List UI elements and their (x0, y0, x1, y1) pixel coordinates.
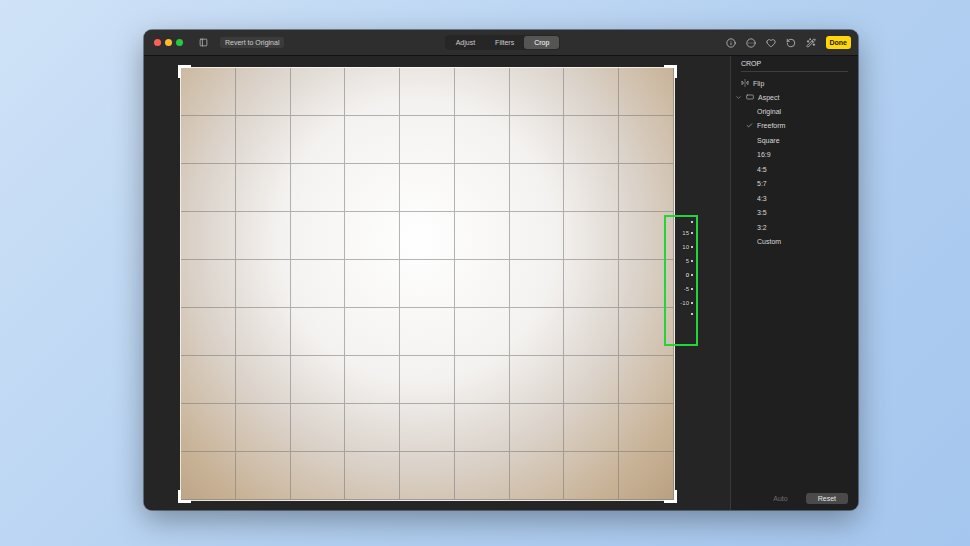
sidebar-toggle[interactable] (199, 38, 208, 47)
edit-tab[interactable]: Adjust (446, 36, 485, 49)
aspect-option[interactable]: Original (741, 104, 848, 119)
highlight-box (664, 215, 698, 346)
crop-handle[interactable] (664, 65, 677, 78)
aspect-option[interactable]: Custom (741, 235, 848, 250)
aspect-option[interactable]: 16:9 (741, 148, 848, 163)
edit-tab[interactable]: Crop (524, 36, 559, 49)
aspect-option[interactable]: 3:2 (741, 220, 848, 235)
aspect-option[interactable]: 5:7 (741, 177, 848, 192)
dial-label: 0 (686, 271, 693, 279)
edit-tabs: AdjustFiltersCrop (445, 35, 561, 50)
edit-tab[interactable]: Filters (485, 36, 524, 49)
more-button[interactable] (746, 38, 756, 48)
aspect-option[interactable]: Square (741, 133, 848, 148)
photo[interactable] (180, 67, 675, 501)
aspect-option[interactable]: Freeform (741, 119, 848, 134)
minimize-button[interactable] (165, 39, 172, 46)
flip-icon (741, 79, 749, 87)
crop-handle[interactable] (178, 490, 191, 503)
favorite-button[interactable] (766, 38, 776, 48)
chevron-icon[interactable] (735, 94, 742, 101)
crop-handle[interactable] (664, 490, 677, 503)
crop-grid (180, 67, 675, 501)
sidebar-title: CROP (741, 60, 848, 72)
check-icon (746, 122, 753, 129)
info-icon[interactable] (726, 38, 736, 48)
dial-label: 5 (686, 257, 693, 265)
heart-icon[interactable] (766, 38, 776, 48)
aspect-option[interactable]: 4:5 (741, 162, 848, 177)
aspect-icon (746, 93, 754, 101)
ellipsis-icon[interactable] (746, 38, 756, 48)
aspect-option[interactable]: 4:3 (741, 191, 848, 206)
crop-handle[interactable] (178, 65, 191, 78)
enhance-button[interactable] (806, 38, 816, 48)
info-button[interactable] (726, 38, 736, 48)
dial-label: 15 (682, 229, 693, 237)
done-button[interactable]: Done (826, 36, 852, 49)
dial-label: -5 (684, 285, 693, 293)
flip-button[interactable]: Flip (741, 76, 848, 90)
aspect-header[interactable]: Aspect (741, 90, 848, 104)
sidebar-icon[interactable] (199, 38, 208, 47)
straighten-dial[interactable]: 15 10 5 0 -5 -10 (667, 219, 693, 317)
crop-canvas: 15 10 5 0 -5 -10 (144, 56, 730, 510)
rotate-button[interactable] (786, 38, 796, 48)
dial-label: -10 (680, 299, 693, 307)
toolbar: Revert to Original AdjustFiltersCrop Done (144, 30, 858, 56)
aspect-options: OriginalFreeformSquare16:94:55:74:33:53:… (741, 104, 848, 249)
zoom-button[interactable] (176, 39, 183, 46)
dial-label: 10 (682, 243, 693, 251)
auto-button[interactable]: Auto (761, 493, 799, 504)
crop-sidebar: CROP FlipAspectOriginalFreeformSquare16:9… (730, 56, 858, 510)
aspect-option[interactable]: 3:5 (741, 206, 848, 221)
reset-button[interactable]: Reset (806, 493, 848, 504)
revert-button[interactable]: Revert to Original (220, 37, 284, 48)
close-button[interactable] (154, 39, 161, 46)
photos-window: Revert to Original AdjustFiltersCrop Done 1… (144, 30, 858, 510)
wand-icon[interactable] (806, 38, 816, 48)
rotate-icon[interactable] (786, 38, 796, 48)
desktop: Revert to Original AdjustFiltersCrop Done 1… (0, 0, 970, 546)
